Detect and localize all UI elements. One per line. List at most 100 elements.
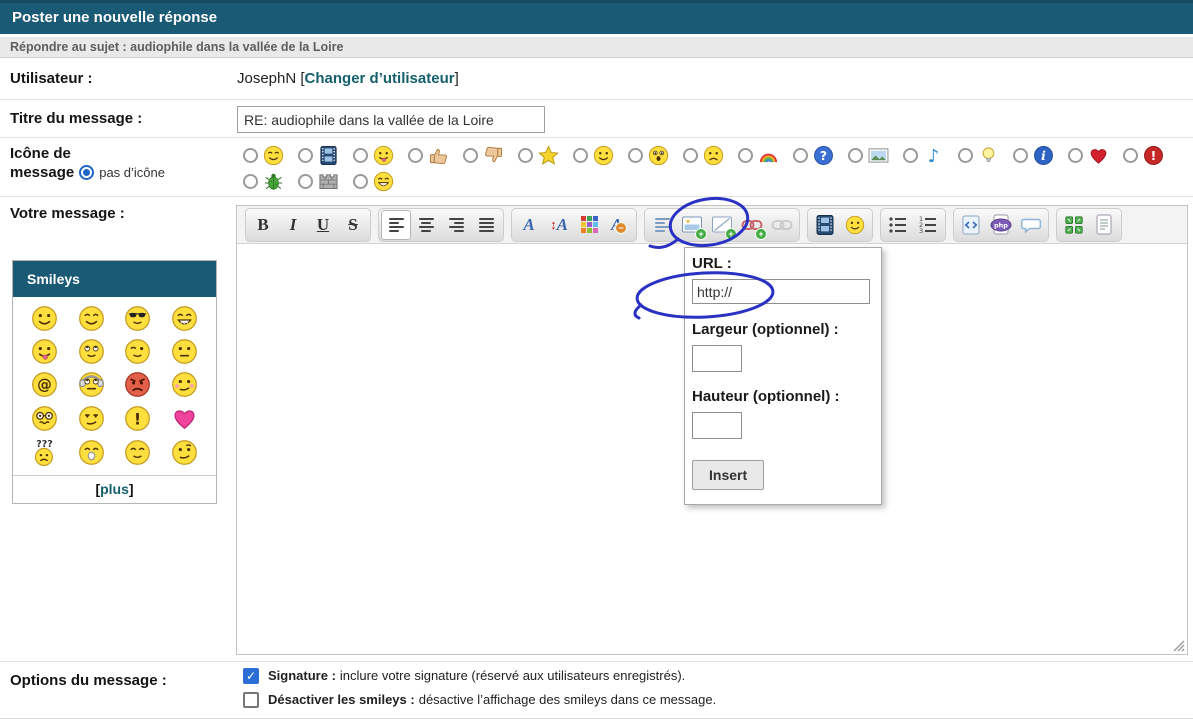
- message-icon-radio[interactable]: [408, 147, 423, 163]
- image-url-input[interactable]: [692, 279, 870, 304]
- align-right-button[interactable]: [441, 210, 471, 240]
- toolbar-group: [1056, 207, 1122, 242]
- smiley-happy[interactable]: [78, 305, 105, 332]
- svg-text:@: @: [37, 377, 52, 394]
- message-icon-radio[interactable]: [353, 173, 368, 189]
- message-icon-radio[interactable]: [848, 147, 863, 163]
- smiley-tongue[interactable]: [31, 338, 58, 365]
- smiley-thinking[interactable]: [171, 439, 198, 466]
- font-size-button[interactable]: ↕ A: [544, 210, 574, 240]
- insert-code-button[interactable]: [956, 210, 986, 240]
- message-icon-option: [518, 144, 573, 166]
- message-icon-option: ?: [793, 145, 848, 166]
- no-icon-radio[interactable]: [79, 165, 95, 180]
- message-icon-radio[interactable]: [243, 147, 258, 163]
- insert-button[interactable]: Insert: [692, 460, 765, 490]
- message-icon-radio[interactable]: [1068, 147, 1083, 163]
- message-icon-option: [958, 145, 1013, 166]
- message-icon-radio[interactable]: [738, 147, 753, 163]
- message-icon-option: [243, 145, 298, 166]
- align-center-button[interactable]: [411, 210, 441, 240]
- message-icon-option: [298, 171, 353, 192]
- smiley-smile[interactable]: [31, 305, 58, 332]
- resize-handle-icon[interactable]: [1172, 639, 1185, 652]
- underline-button[interactable]: U: [308, 210, 338, 240]
- color-palette-button[interactable]: [574, 210, 604, 240]
- font-color-button[interactable]: A: [514, 210, 544, 240]
- text-float-button[interactable]: [647, 210, 677, 240]
- message-icon-radio[interactable]: [958, 147, 973, 163]
- film-icon: [318, 145, 339, 166]
- smiley-blush[interactable]: [171, 371, 198, 398]
- option-checkbox[interactable]: [243, 668, 259, 684]
- message-icon-radio[interactable]: [463, 147, 478, 163]
- message-icon-option: [298, 145, 353, 166]
- maximize-button[interactable]: [1059, 210, 1089, 240]
- smiley-biggrin[interactable]: [171, 305, 198, 332]
- message-row: Votre message : Smileys @!??? [plus] BIU…: [0, 197, 1193, 662]
- smiley-neutral[interactable]: [171, 338, 198, 365]
- svg-text:!: !: [134, 409, 141, 428]
- toolbar-group: BIUS: [245, 207, 371, 242]
- smiley-content[interactable]: [124, 439, 151, 466]
- message-icon-radio[interactable]: [353, 147, 368, 163]
- smiley-idea[interactable]: [78, 439, 105, 466]
- message-icon-radio[interactable]: [793, 147, 808, 163]
- smiley-confused[interactable]: ???: [31, 438, 58, 467]
- smiley-at-sign[interactable]: @: [31, 371, 58, 398]
- smiley-cool[interactable]: [124, 305, 151, 332]
- smileys-panel: Smileys @!??? [plus]: [12, 260, 217, 504]
- message-icon-radio[interactable]: [903, 147, 918, 163]
- message-icon-radio[interactable]: [628, 147, 643, 163]
- bold-button[interactable]: B: [248, 210, 278, 240]
- smiley-surprised-icon: [648, 145, 669, 166]
- message-icon-radio[interactable]: [1123, 147, 1138, 163]
- change-user-link[interactable]: Changer d’utilisateur: [305, 70, 455, 87]
- message-icon-radio[interactable]: [573, 147, 588, 163]
- message-icon-radio[interactable]: [243, 173, 258, 189]
- smiley-exclaim-face[interactable]: !: [124, 405, 151, 432]
- message-icon-radio[interactable]: [683, 147, 698, 163]
- image-width-input[interactable]: [692, 345, 742, 372]
- option-row-disable-smileys: Désactiver les smileys : désactive l’affi…: [243, 692, 716, 716]
- bullet-list-button[interactable]: [883, 210, 913, 240]
- smiley-headphones[interactable]: [78, 371, 105, 398]
- insert-link-button[interactable]: +: [737, 210, 767, 240]
- italic-button[interactable]: I: [278, 210, 308, 240]
- username: JosephN: [237, 70, 297, 87]
- smiley-angry[interactable]: [124, 371, 151, 398]
- toolbar-group: php: [953, 207, 1049, 242]
- option-checkbox[interactable]: [243, 692, 259, 708]
- message-title-input[interactable]: [237, 106, 545, 133]
- user-value: JosephN [Changer d’utilisateur]: [237, 70, 459, 87]
- insert-php-button[interactable]: php: [986, 210, 1016, 240]
- message-icon-radio[interactable]: [298, 173, 313, 189]
- view-source-button[interactable]: [1089, 210, 1119, 240]
- light-bulb-icon: [978, 145, 999, 166]
- message-icon-option: ♪: [903, 145, 958, 167]
- insert-image-button[interactable]: +: [677, 210, 707, 240]
- message-icon-radio[interactable]: [518, 147, 533, 163]
- smiley-skeptical[interactable]: [78, 405, 105, 432]
- insert-flash-button[interactable]: +: [707, 210, 737, 240]
- insert-video-button[interactable]: [810, 210, 840, 240]
- image-height-input[interactable]: [692, 412, 742, 439]
- strikethrough-button[interactable]: S: [338, 210, 368, 240]
- insert-smiley-button[interactable]: [840, 210, 870, 240]
- smiley-wink[interactable]: [124, 338, 151, 365]
- message-icon-radio[interactable]: [1013, 147, 1028, 163]
- smiley-rolleyes[interactable]: [78, 338, 105, 365]
- option-row-signature: Signature :inclure votre signature (rése…: [243, 668, 716, 692]
- smiley-heart-pink[interactable]: [171, 405, 198, 432]
- music-note-icon: ♪: [923, 145, 944, 167]
- smileys-more-link[interactable]: plus: [100, 481, 129, 497]
- numbered-list-button[interactable]: 123: [913, 210, 943, 240]
- remove-format-button[interactable]: A−: [604, 210, 634, 240]
- svg-text:♪: ♪: [928, 146, 940, 166]
- message-icon-radio[interactable]: [298, 147, 313, 163]
- insert-quote-button[interactable]: [1016, 210, 1046, 240]
- align-justify-button[interactable]: [471, 210, 501, 240]
- message-icon-option: [683, 145, 738, 166]
- smiley-dizzy[interactable]: [31, 405, 58, 432]
- align-left-button[interactable]: [381, 209, 411, 240]
